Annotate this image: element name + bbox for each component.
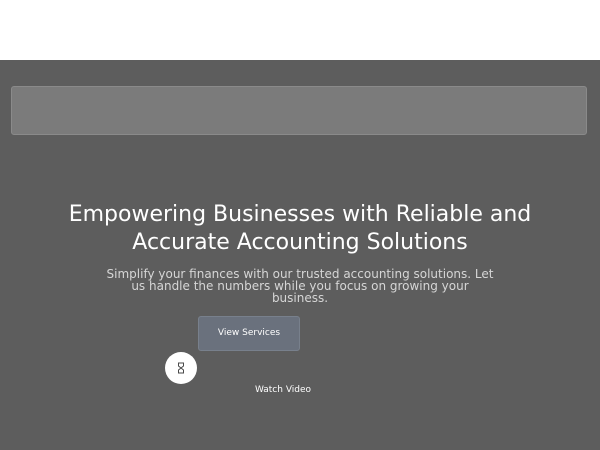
navigation-placeholder-bar: [11, 86, 587, 135]
hero-subtext: Simplify your finances with our trusted …: [106, 267, 494, 305]
play-icon: [178, 362, 184, 374]
hero-headline: Empowering Businesses with Reliable and …: [68, 202, 532, 255]
view-services-button[interactable]: View Services: [198, 316, 300, 351]
play-video-button[interactable]: [165, 352, 197, 384]
top-header-bar: [0, 0, 600, 60]
hero-section: Empowering Businesses with Reliable and …: [0, 60, 600, 450]
watch-video-link[interactable]: Watch Video: [250, 384, 316, 396]
